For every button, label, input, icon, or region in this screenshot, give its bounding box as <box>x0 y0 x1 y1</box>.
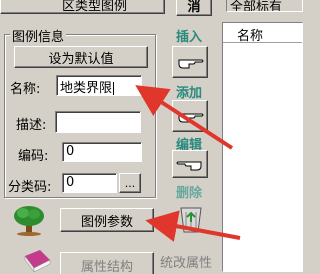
browse-label: ... <box>124 176 136 190</box>
subcode-browse-button[interactable]: ... <box>119 173 141 193</box>
clear-button[interactable]: 消 <box>176 0 212 16</box>
subcode-label: 分类码: <box>8 180 52 195</box>
insert-button[interactable] <box>172 46 208 78</box>
attribute-structure-button[interactable]: 属性结构 <box>60 252 154 274</box>
name-input[interactable]: 地类界限 <box>56 75 142 96</box>
tree-icon <box>12 204 46 236</box>
book-icon <box>22 246 52 274</box>
add-button[interactable] <box>172 100 208 132</box>
top-right-field[interactable]: 全部标有 <box>226 0 303 12</box>
description-input[interactable] <box>55 111 141 133</box>
legend-list[interactable]: 名称 <box>222 22 303 272</box>
list-header: 名称 <box>223 23 302 44</box>
description-label: 描述: <box>16 118 47 133</box>
recycle-bin-icon[interactable] <box>174 200 208 234</box>
text-caret <box>113 82 115 95</box>
insert-label: 插入 <box>176 30 203 45</box>
name-label: 名称: <box>10 82 41 97</box>
legend-info-title: 图例信息 <box>10 26 67 45</box>
pointing-hand-icon <box>178 113 204 123</box>
top-right-field-text: 全部标有 <box>230 0 283 12</box>
name-input-value: 地类界限 <box>60 81 113 96</box>
pointing-hand-icon <box>178 59 204 69</box>
legend-type-button[interactable]: 区类型图例 <box>0 0 165 14</box>
subcode-input-value: 0 <box>66 175 75 190</box>
unify-attributes-label[interactable]: 统改属性 <box>160 252 212 271</box>
legend-params-button[interactable]: 图例参数 <box>60 208 154 232</box>
clear-label: 消 <box>187 0 201 15</box>
code-input-value: 0 <box>66 144 75 159</box>
attribute-structure-label: 属性结构 <box>80 259 133 274</box>
delete-label: 删除 <box>176 186 203 201</box>
code-label: 编码: <box>18 149 49 164</box>
pointing-hand-icon <box>176 161 202 171</box>
subcode-input[interactable]: 0 <box>62 173 117 193</box>
code-input[interactable]: 0 <box>62 142 142 162</box>
legend-params-label: 图例参数 <box>80 214 133 230</box>
edit-button[interactable] <box>172 150 208 178</box>
set-default-label: 设为默认值 <box>48 51 114 67</box>
set-default-button[interactable]: 设为默认值 <box>14 46 148 68</box>
add-label: 添加 <box>176 86 203 101</box>
legend-type-label: 区类型图例 <box>61 0 127 14</box>
list-header-name: 名称 <box>237 29 264 44</box>
